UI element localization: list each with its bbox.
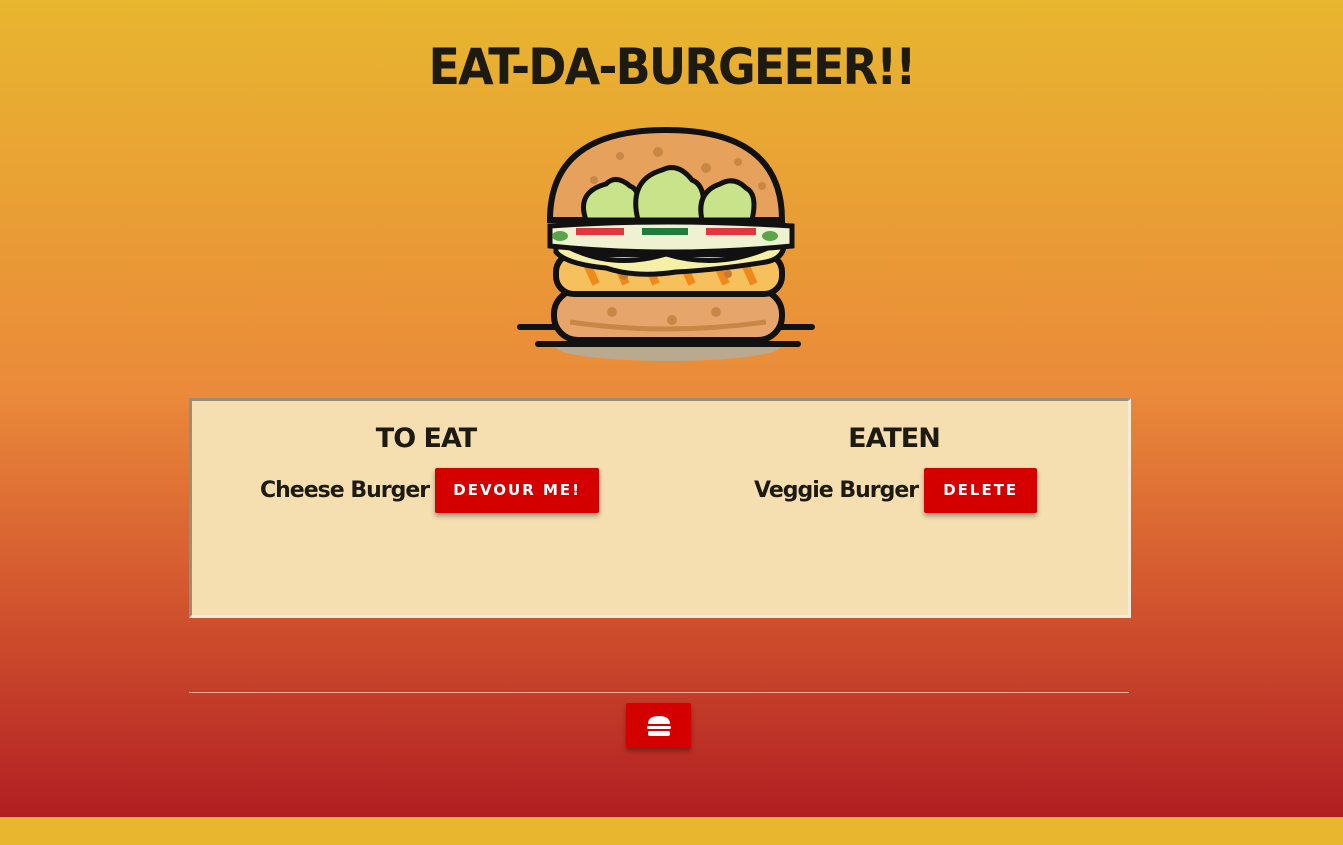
to-eat-item: Cheese Burger DEVOUR ME! xyxy=(260,467,600,513)
eaten-heading: EATEN xyxy=(848,423,941,454)
bottom-band xyxy=(0,817,1343,845)
burger-name: Veggie Burger xyxy=(754,477,919,503)
add-burger-button[interactable] xyxy=(626,703,691,748)
eaten-item: Veggie Burger DELETE xyxy=(754,467,1038,513)
hamburger-icon xyxy=(646,715,671,736)
eaten-column: EATEN xyxy=(660,423,1128,454)
burger-logo-icon xyxy=(517,126,815,361)
devour-button[interactable]: DEVOUR ME! xyxy=(435,467,600,513)
page-title: EAT-DA-BURGEEER!! xyxy=(428,38,916,96)
delete-button[interactable]: DELETE xyxy=(924,467,1038,513)
divider xyxy=(189,692,1129,693)
to-eat-column: TO EAT xyxy=(192,423,660,454)
burger-panel: TO EAT Cheese Burger DEVOUR ME! EATEN Ve… xyxy=(189,398,1131,618)
to-eat-heading: TO EAT xyxy=(375,423,477,454)
burger-name: Cheese Burger xyxy=(260,477,430,503)
